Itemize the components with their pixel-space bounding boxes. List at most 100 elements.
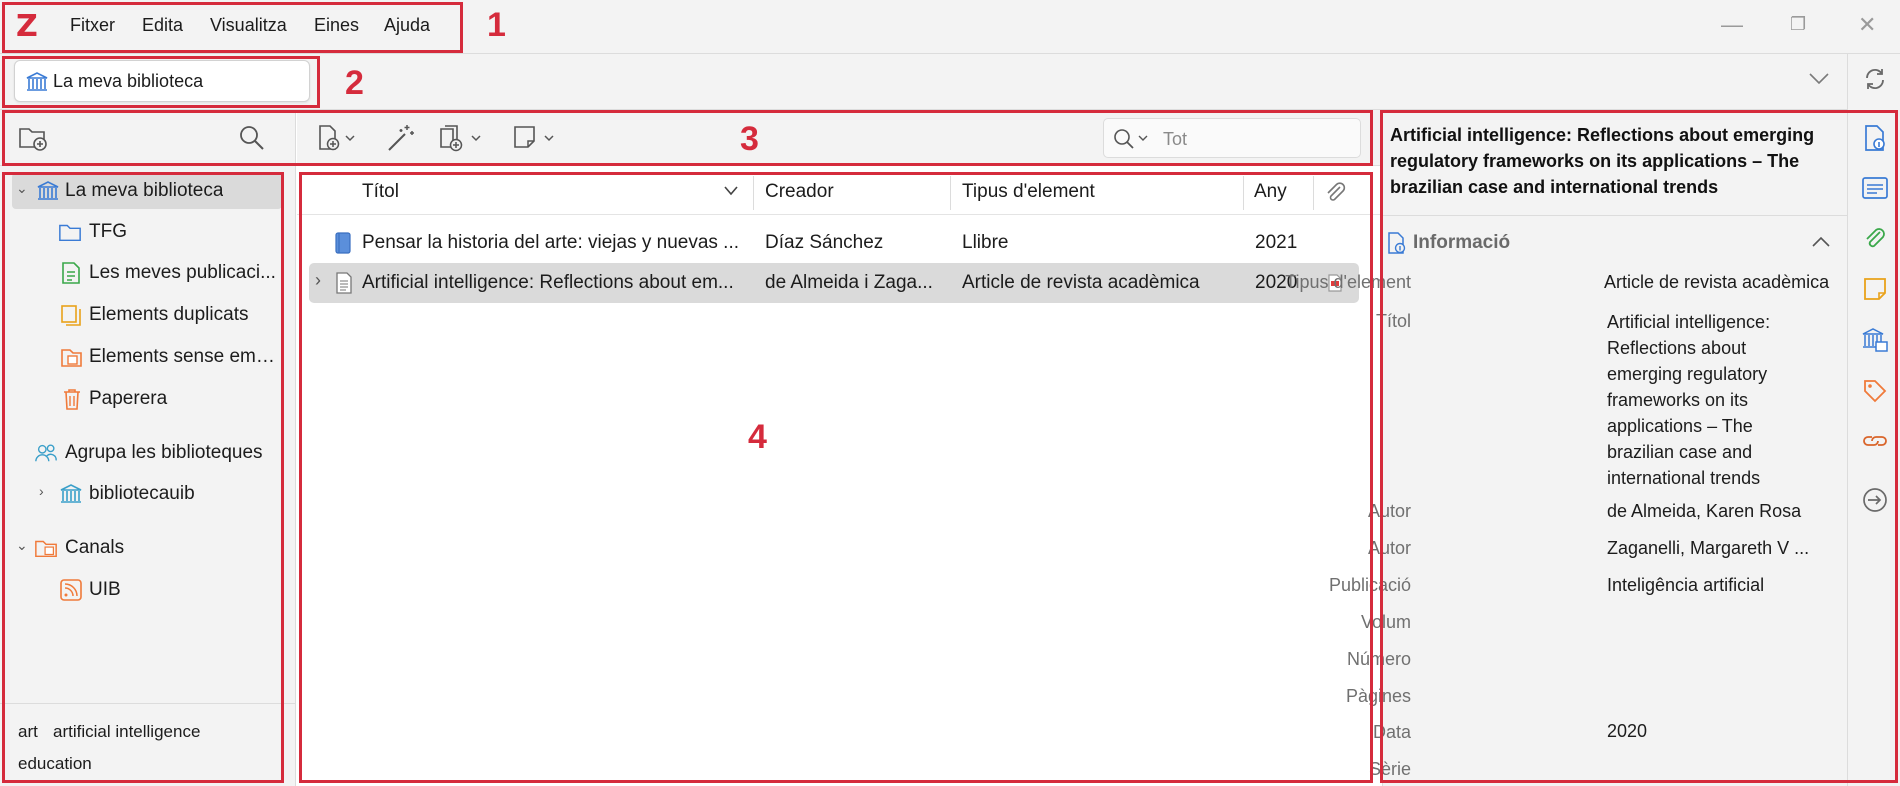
cell-title: Pensar la historia del arte: viejas y nu… [362,232,740,253]
new-item-icon[interactable] [316,124,358,152]
tag-item[interactable]: education [18,754,92,774]
libraries-collections-section-icon[interactable] [1861,326,1889,354]
cell-title: Artificial intelligence: Reflections abo… [362,272,734,293]
expand-chevron-icon[interactable]: › [39,483,44,499]
menu-tools[interactable]: Eines [314,15,359,36]
tree-item-label: Canals [65,537,125,558]
menu-edit[interactable]: Edita [142,15,183,36]
magic-wand-icon[interactable] [385,122,417,154]
tree-item-feed-uib[interactable]: UIB [12,572,282,608]
info-section-title[interactable]: Informació [1413,232,1510,254]
duplicates-icon [61,305,81,326]
menu-view[interactable]: Visualitza [210,15,287,36]
sync-icon[interactable] [1862,66,1888,92]
tree-item-label: UIB [89,579,121,600]
menu-file[interactable]: Fitxer [70,15,115,36]
column-header-creator[interactable]: Creador [765,181,834,203]
tag-item[interactable]: art [18,722,38,742]
field-value-date[interactable]: 2020 [1607,721,1647,742]
cell-creator: de Almeida i Zaga... [765,272,933,293]
tree-item-group-bibliotecauib[interactable]: › bibliotecauib [12,476,282,512]
cell-item-type: Llibre [962,232,1009,253]
field-label-issue: Número [1346,649,1411,669]
field-label-item-type: Tipus d'element [1285,272,1411,292]
collapse-chevron-icon[interactable]: ⌄ [16,537,28,554]
expand-row-chevron-icon[interactable]: › [315,270,321,291]
tree-item-my-library[interactable]: ⌄ La meva biblioteca [12,173,282,209]
column-header-year[interactable]: Any [1254,181,1287,203]
attachments-column-icon[interactable] [1323,181,1347,205]
search-placeholder: Tot [1163,129,1188,149]
item-pane-sidenav [1847,54,1900,786]
related-section-icon[interactable] [1861,428,1889,454]
tree-item-label: TFG [89,221,127,242]
tabs-menu-chevron-icon[interactable] [1808,72,1830,86]
field-value-author-1[interactable]: de Almeida, Karen Rosa [1607,501,1801,522]
tag-item[interactable]: artificial intelligence [53,722,200,742]
field-value-item-type[interactable]: Article de revista acadèmica [1604,272,1829,293]
items-search-box[interactable]: Tot [1103,118,1361,158]
field-label-series: Sèrie [1368,759,1411,779]
close-icon[interactable]: ✕ [1858,12,1876,38]
zotero-logo[interactable]: Z [16,9,38,44]
restore-icon[interactable]: ❐ [1790,14,1806,35]
tree-item-duplicates[interactable]: Elements duplicats [12,297,282,333]
info-section-icon[interactable] [1862,124,1888,152]
tree-item-feeds[interactable]: ⌄ Canals [12,530,282,566]
tree-item-label: Agrupa les biblioteques [65,442,263,463]
add-attachment-icon[interactable] [438,123,484,153]
tree-item-my-publications[interactable]: Les meves publicaci... [12,255,282,291]
search-mode-icon[interactable] [1112,127,1152,151]
library-tab-label: La meva biblioteca [53,71,204,91]
tree-item-label: La meva biblioteca [65,180,224,201]
column-header-item-type[interactable]: Tipus d'element [962,181,1095,203]
rss-feed-icon [60,579,82,601]
column-separator[interactable] [950,176,951,210]
tree-item-unfiled[interactable]: Elements sense emp... [12,339,282,375]
tag-selector: art artificial intelligence education [0,703,296,786]
table-row[interactable]: › Artificial intelligence: Reflections a… [309,263,1359,303]
tree-item-trash[interactable]: Paperera [12,381,282,417]
items-header-divider [297,214,1382,215]
tree-item-label: Paperera [89,388,168,409]
column-separator[interactable] [1313,176,1314,210]
annotation-label-1: 1 [487,6,506,44]
sort-chevron-icon[interactable] [723,185,739,197]
group-icon [35,444,57,462]
minimize-icon[interactable]: — [1721,12,1743,38]
new-note-icon[interactable] [512,124,558,152]
table-row[interactable]: Pensar la historia del arte: viejas y nu… [309,223,1359,263]
field-label-date: Data [1372,722,1411,742]
field-label-author: Autor [1367,538,1411,558]
column-separator[interactable] [753,176,754,210]
group-libraries-header[interactable]: Agrupa les biblioteques [12,435,282,471]
book-icon [335,232,351,254]
collapse-chevron-icon[interactable]: ⌄ [16,180,28,197]
tree-item-collection-tfg[interactable]: TFG [12,214,282,250]
field-value-title[interactable]: Artificial intelligence: Reflections abo… [1607,309,1803,491]
info-section-icon [1388,232,1406,254]
tags-section-icon[interactable] [1862,378,1888,404]
column-header-title[interactable]: Títol [362,181,399,203]
library-icon [60,484,82,503]
new-collection-icon[interactable] [18,124,48,152]
abstract-section-icon[interactable] [1861,176,1889,200]
cell-creator: Díaz Sánchez [765,232,884,253]
field-label-author: Autor [1367,501,1411,521]
locate-icon[interactable] [1861,486,1889,514]
attachments-section-icon[interactable] [1862,226,1888,252]
field-value-publication[interactable]: Inteligência artificial [1607,575,1764,596]
column-separator[interactable] [1243,176,1244,210]
library-tab[interactable]: La meva biblioteca [14,60,310,102]
tree-item-label: bibliotecauib [89,483,195,504]
collapse-section-chevron-icon[interactable] [1811,235,1831,249]
title-bar: Z Fitxer Edita Visualitza Eines Ajuda — … [0,0,1900,54]
tree-item-label: Les meves publicaci... [89,262,276,283]
collection-search-icon[interactable] [238,124,266,152]
field-label-pages: Pàgines [1345,686,1411,706]
notes-section-icon[interactable] [1862,276,1888,302]
menu-help[interactable]: Ajuda [384,15,430,36]
library-icon [37,181,59,200]
field-value-author-2[interactable]: Zaganelli, Margareth V ... [1607,538,1809,559]
feeds-folder-icon [35,540,57,558]
